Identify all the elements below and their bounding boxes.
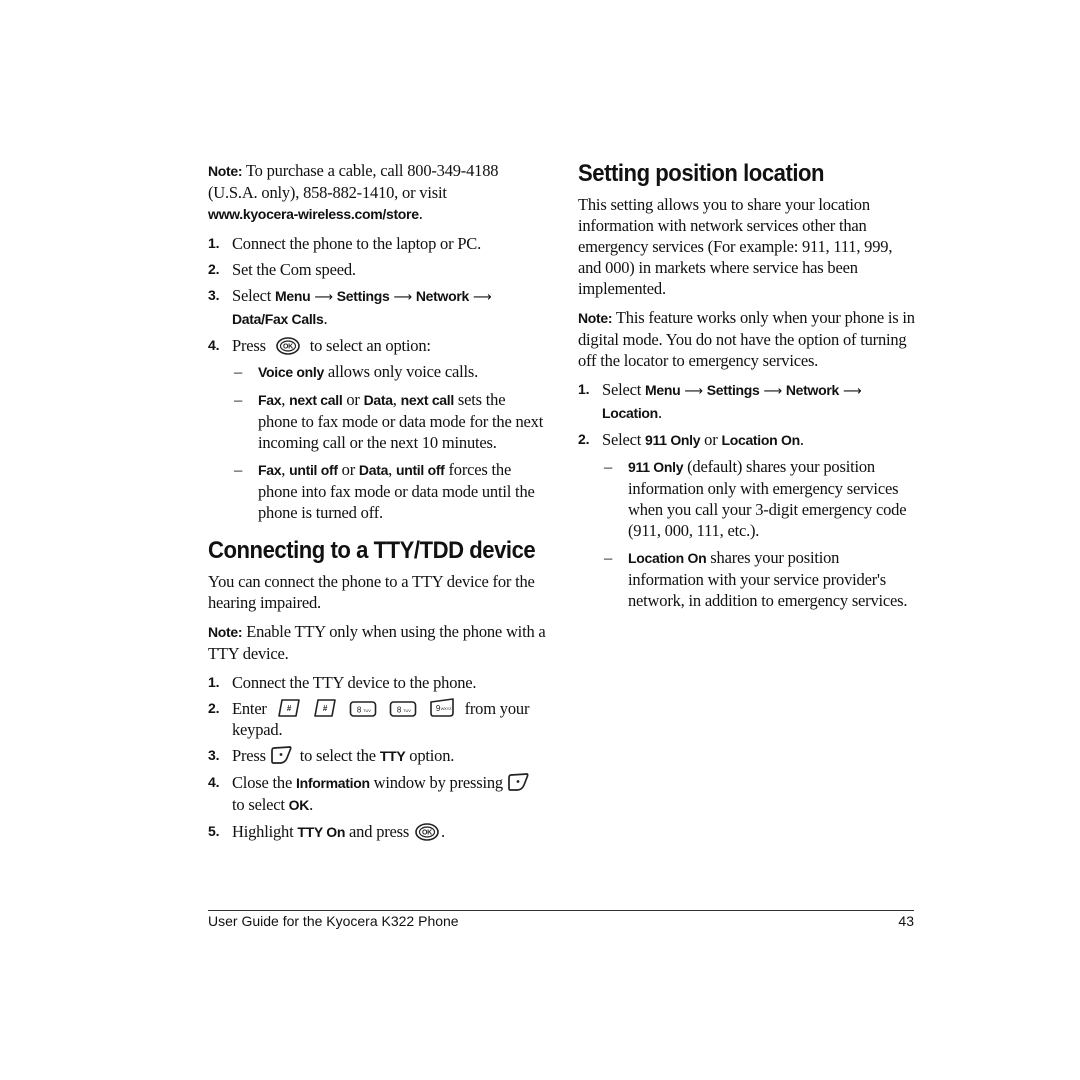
list-item: 1. Connect the TTY device to the phone.: [208, 673, 477, 692]
ok-key-icon: OK: [275, 337, 300, 355]
note-label: Note:: [208, 624, 243, 640]
svg-text:OK: OK: [422, 830, 432, 837]
svg-text:WXYZ: WXYZ: [440, 706, 452, 711]
list-item: – Location On shares your position inform…: [604, 548, 908, 610]
arrow-icon: ⟶: [393, 290, 412, 305]
note-tty: Note: Enable TTY only when using the pho…: [208, 622, 546, 663]
menu-path-location: Location: [602, 405, 658, 421]
8-tuv-key-icon: 8 TUV: [349, 701, 376, 717]
list-item: 5. Highlight TTY On and press OK.: [208, 822, 445, 841]
list-item: 1. Select Menu ⟶ Settings ⟶ Network ⟶ Loca…: [578, 380, 862, 422]
position-location-intro: This setting allows you to share your lo…: [578, 195, 893, 298]
list-item: 3. Select Menu ⟶ Settings ⟶ Network ⟶ Data…: [208, 286, 492, 328]
left-softkey-icon: [270, 746, 292, 764]
note-label: Note:: [208, 163, 243, 179]
section-heading-position-location: Setting position location: [578, 160, 825, 187]
footer-title: User Guide for the Kyocera K322 Phone: [208, 913, 459, 929]
note-digital-mode: Note: This feature works only when your …: [578, 308, 915, 370]
menu-path-settings: Settings: [336, 288, 390, 304]
list-item: 3. Press to select the TTY option.: [208, 746, 455, 765]
menu-path-network: Network: [415, 288, 469, 304]
list-item: 4. Close the Information window by pressi…: [208, 772, 548, 816]
location-steps-list: 1. Select Menu ⟶ Settings ⟶ Network ⟶ Loca…: [578, 379, 918, 611]
data-fax-options: – Voice only allows only voice calls. – Fa…: [232, 361, 548, 523]
list-item: – Fax, until off or Data, until off force…: [234, 460, 535, 522]
9-wxyz-key-icon: 9 WXYZ: [429, 698, 454, 717]
cable-steps-list: 1. Connect the phone to the laptop or PC.…: [208, 233, 548, 523]
menu-path-network: Network: [785, 382, 839, 398]
list-item: 4. Press OK to select an option: – Voice o…: [208, 335, 548, 523]
list-item: 2. Set the Com speed.: [208, 260, 356, 279]
menu-path-settings: Settings: [706, 382, 760, 398]
list-item: 2. Select 911 Only or Location On. –911 O…: [578, 429, 918, 611]
menu-path-menu: Menu: [645, 382, 681, 398]
arrow-icon: ⟶: [472, 290, 492, 305]
store-link[interactable]: www.kyocera-wireless.com/store: [208, 206, 419, 222]
list-item: – Fax, next call or Data, next call sets …: [234, 390, 544, 452]
footer-divider: [208, 910, 914, 911]
arrow-icon: ⟶: [314, 290, 333, 305]
list-item: – Voice only allows only voice calls.: [234, 362, 478, 381]
section-heading-tty: Connecting to a TTY/TDD device: [208, 537, 536, 564]
right-column: Setting position location This setting a…: [578, 160, 918, 617]
ok-key-icon: OK: [415, 823, 439, 841]
svg-text:OK: OK: [283, 344, 293, 351]
arrow-icon: ⟶: [684, 384, 703, 399]
arrow-icon: ⟶: [842, 384, 862, 399]
list-item: 2. Enter # #8 TUV 8 TUV 9 WXYZ from your keypad…: [208, 698, 530, 739]
note-label: Note:: [578, 310, 613, 326]
menu-path-data-fax-calls: Data/Fax Calls: [232, 311, 324, 327]
left-column: Note: To purchase a cable, call 800-349-…: [208, 160, 548, 849]
list-item: 1. Connect the phone to the laptop or PC.: [208, 234, 482, 253]
location-options: –911 Only (default) shares your position…: [602, 456, 918, 611]
tty-intro: You can connect the phone to a TTY devic…: [208, 572, 535, 612]
page-number: 43: [898, 913, 914, 929]
list-item: –911 Only (default) shares your position…: [604, 457, 907, 540]
pound-key-icon: #: [277, 699, 300, 717]
left-softkey-icon: [508, 773, 529, 791]
tty-steps-list: 1. Connect the TTY device to the phone. 2…: [208, 672, 548, 843]
menu-path-menu: Menu: [275, 288, 311, 304]
8-tuv-key-icon: 8 TUV: [389, 701, 416, 717]
note-purchase-cable: Note: To purchase a cable, call 800-349-…: [208, 161, 499, 223]
arrow-icon: ⟶: [763, 384, 782, 399]
svg-text:TUV: TUV: [403, 708, 411, 713]
pound-key-icon: #: [313, 699, 336, 717]
svg-text:TUV: TUV: [363, 708, 371, 713]
